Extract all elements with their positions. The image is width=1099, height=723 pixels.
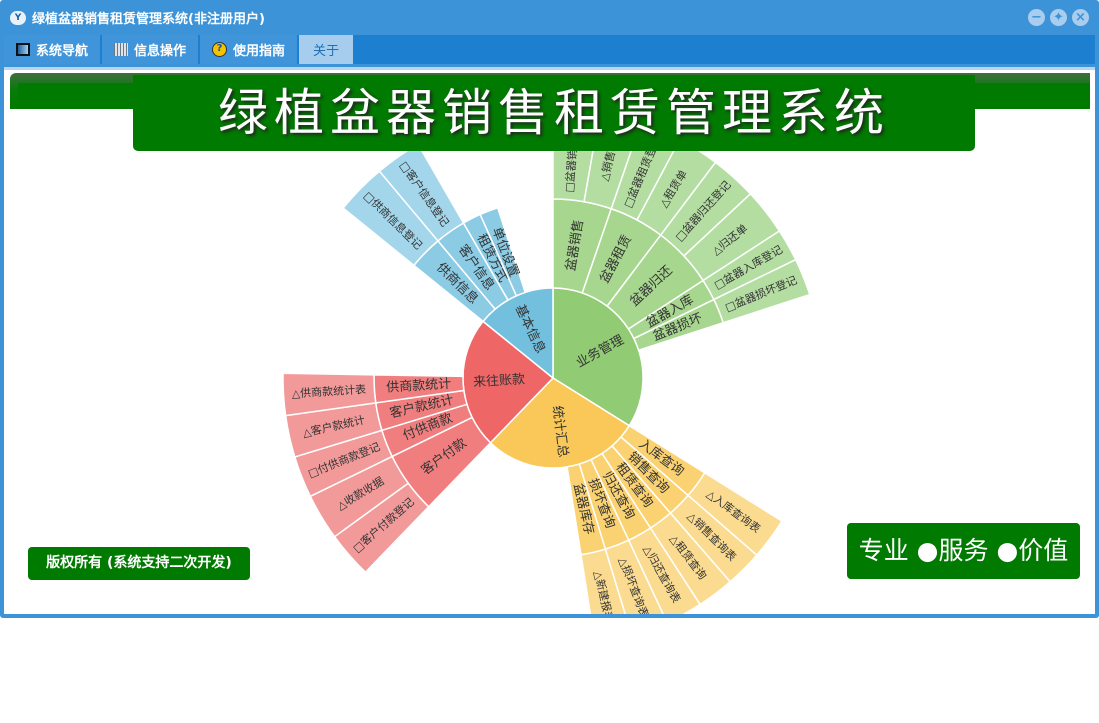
- tab-user-guide[interactable]: ? 使用指南: [200, 35, 298, 64]
- sunburst-label: 来往账款: [473, 372, 526, 390]
- tab-label: 使用指南: [233, 44, 286, 59]
- content-area: 绿植盆器销售租赁管理系统 业务管理 盆器销售 □盆器销售登记 △销售单 盆器租赁 □盆器租…: [4, 67, 1095, 614]
- monitor-icon: [16, 43, 30, 56]
- close-button[interactable]: ×: [1072, 9, 1089, 26]
- tab-info-ops[interactable]: 信息操作: [102, 35, 199, 64]
- app-logo-icon: Y: [10, 10, 26, 25]
- tab-label: 信息操作: [134, 44, 187, 59]
- banner-title: 绿植盆器销售租赁管理系统: [133, 75, 975, 151]
- slogan-badge: 专业 ●服务 ●价值: [847, 523, 1080, 579]
- tab-label: 系统导航: [36, 44, 89, 59]
- grid-icon: [114, 43, 129, 56]
- tab-label: 关于: [313, 44, 340, 59]
- window-title: 绿植盆器销售租赁管理系统(非注册用户): [32, 12, 265, 27]
- copyright-badge: 版权所有 (系统支持二次开发): [28, 547, 250, 580]
- app-window: Y 绿植盆器销售租赁管理系统(非注册用户) − ✦ × 系统导航 信息操作 ? 使…: [0, 0, 1099, 618]
- minimize-button[interactable]: −: [1028, 9, 1045, 26]
- restore-button[interactable]: ✦: [1050, 9, 1067, 26]
- tab-system-nav[interactable]: 系统导航: [4, 35, 101, 64]
- title-bar: Y 绿植盆器销售租赁管理系统(非注册用户) − ✦ ×: [0, 0, 1099, 35]
- tab-about[interactable]: 关于: [299, 35, 354, 64]
- help-icon: ?: [212, 42, 228, 57]
- tab-bar: 系统导航 信息操作 ? 使用指南 关于: [4, 35, 1095, 64]
